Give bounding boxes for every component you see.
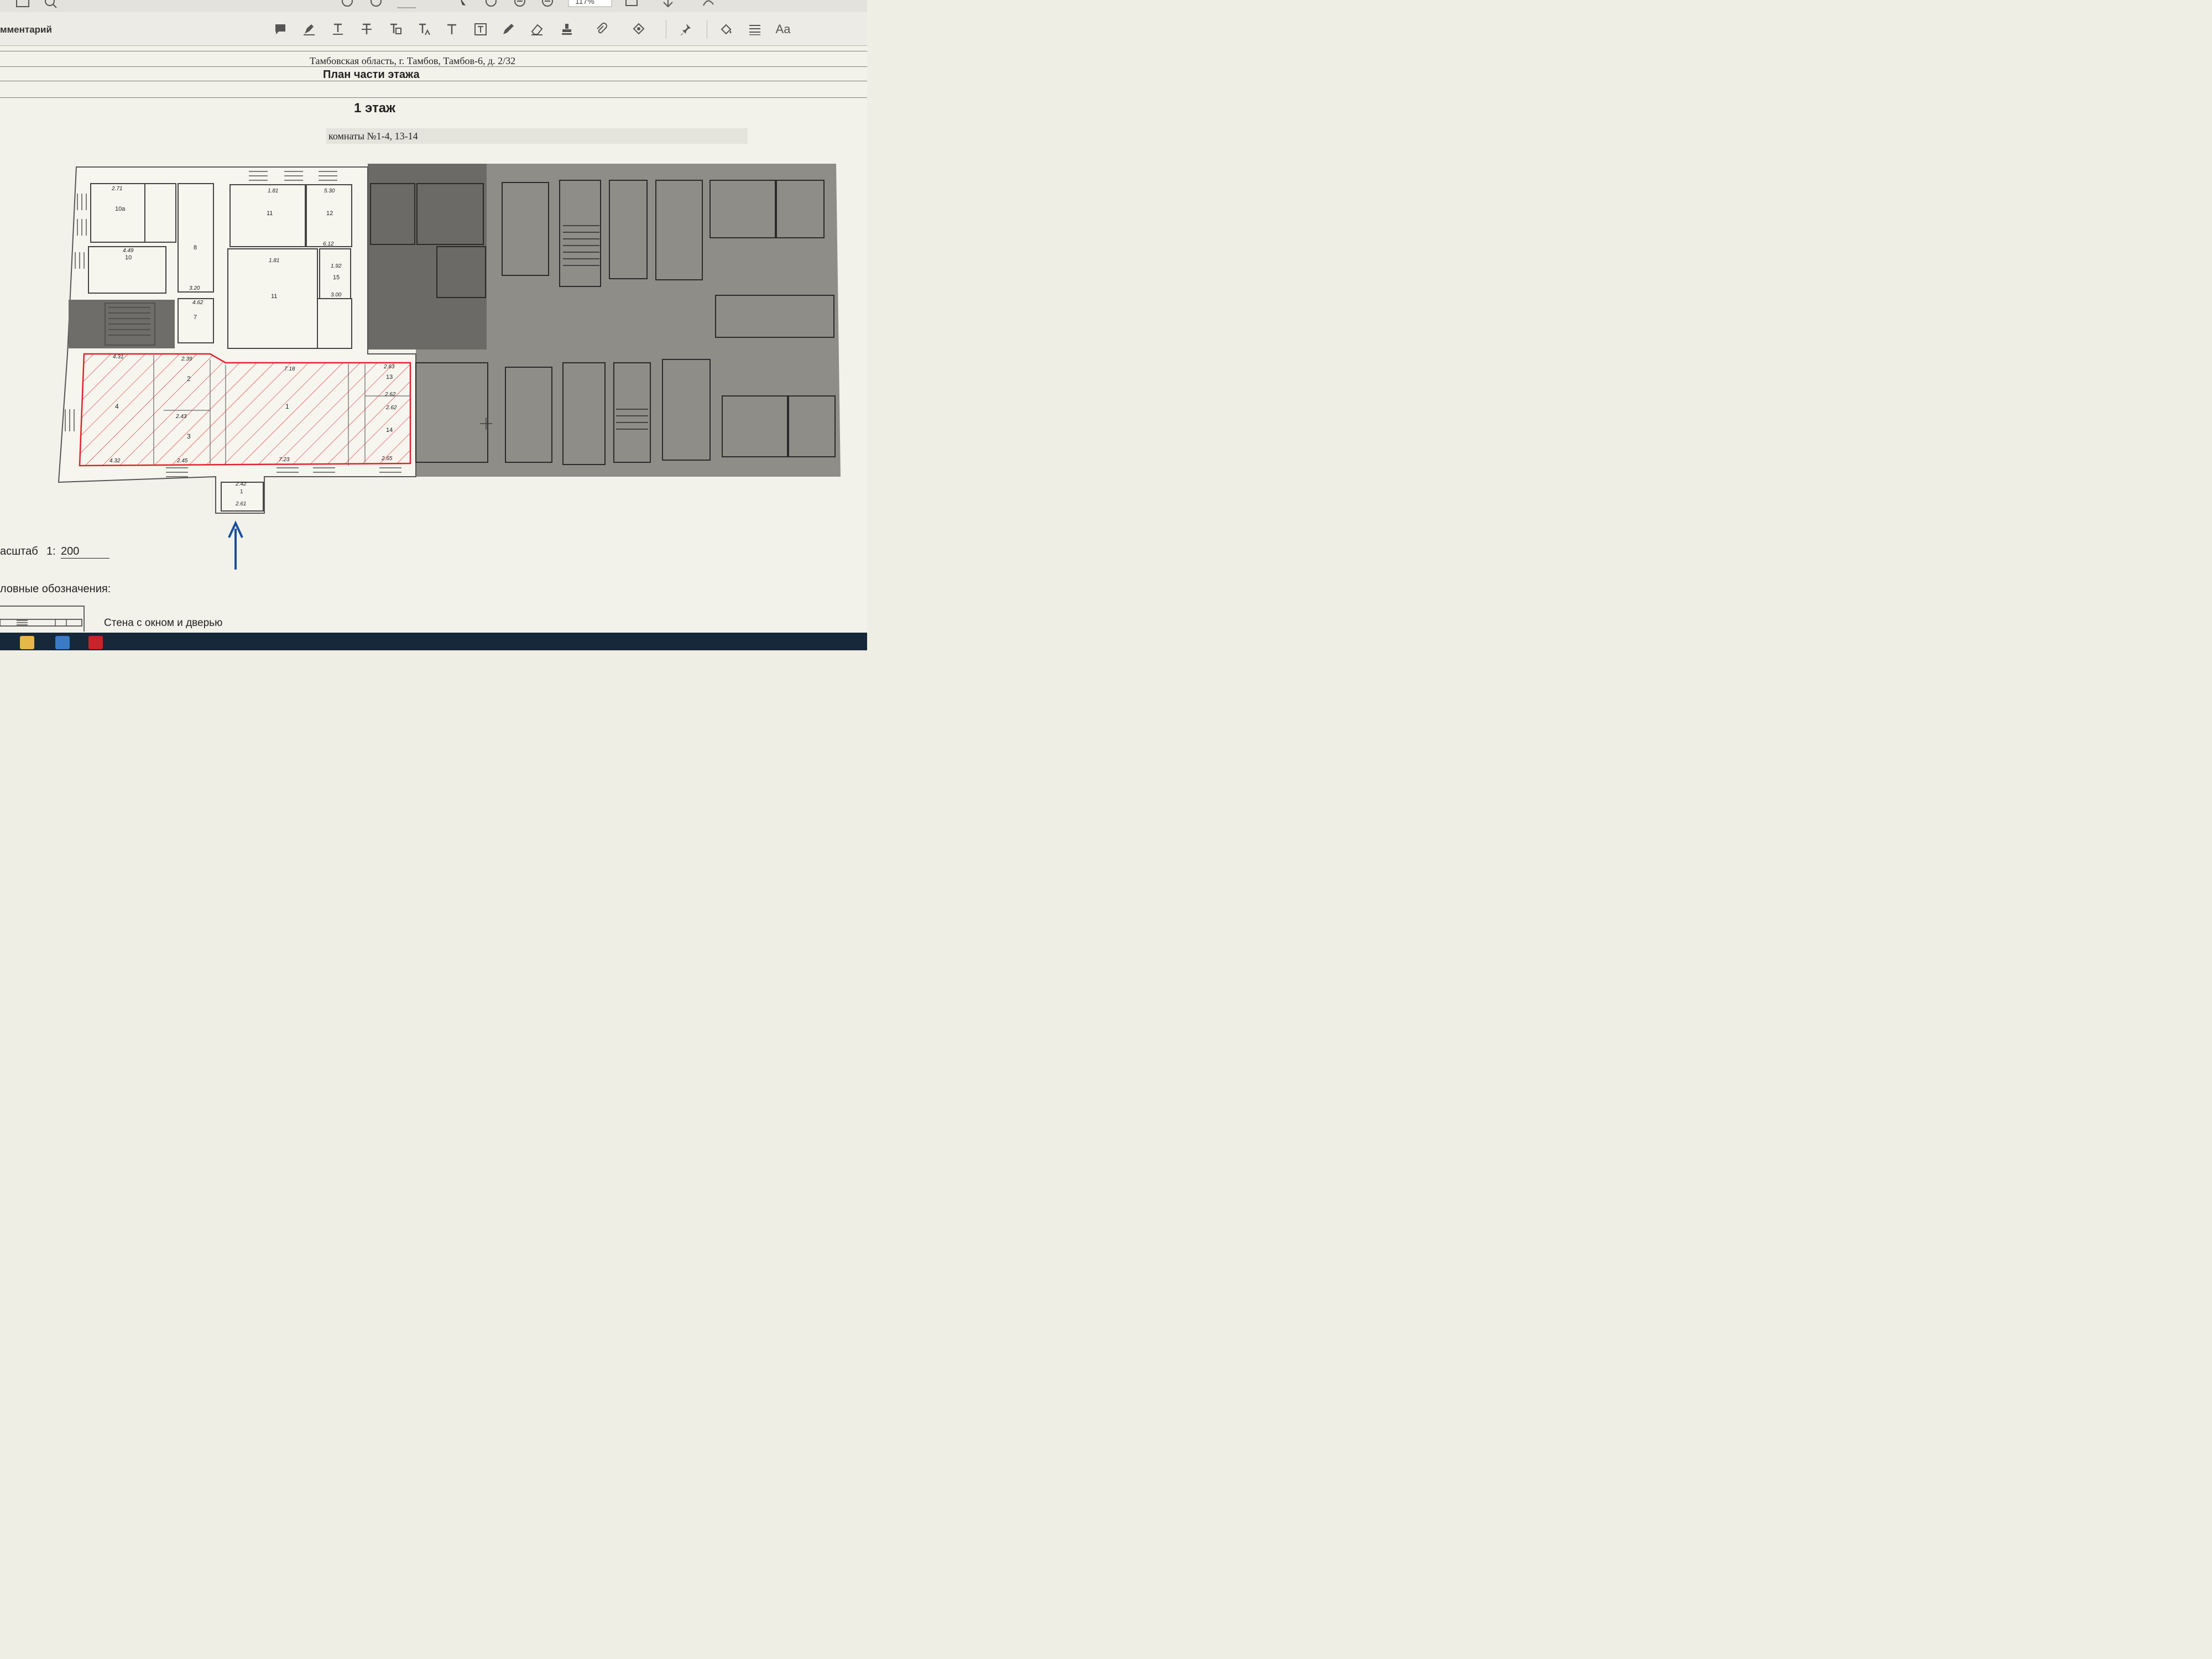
room-number: 7 <box>194 314 197 321</box>
scale-value: 200 <box>61 545 109 559</box>
entrance-arrow <box>228 520 243 570</box>
room-number: 8 <box>194 244 197 251</box>
dim-label: 5.30 <box>324 188 335 194</box>
legend-wall-label: Стена с окном и дверью <box>104 617 223 629</box>
dim-label: 6.12 <box>323 241 334 247</box>
room-number: 15 <box>333 274 340 281</box>
room-number: 1 <box>285 403 289 410</box>
scale-label: асштаб <box>0 545 38 557</box>
dim-label: 2.43 <box>176 414 187 420</box>
dim-label: 1.81 <box>268 188 279 194</box>
dim-label: 2.39 <box>181 356 192 362</box>
dim-label: 2.65 <box>382 456 393 462</box>
dim-label: 7.18 <box>284 366 295 372</box>
dim-label: 2.71 <box>112 186 123 192</box>
dim-label: 4.49 <box>123 248 134 254</box>
scale-ratio: 1: <box>46 545 56 557</box>
floor-plan <box>58 164 841 570</box>
dim-label: 4.62 <box>192 300 204 306</box>
room-number: 11 <box>271 293 278 300</box>
room-number: 2 <box>187 375 191 383</box>
room-number: 10 <box>125 254 132 261</box>
room-number: 10а <box>115 206 126 212</box>
room-number: 14 <box>386 427 393 434</box>
dim-label: 2.63 <box>384 364 395 370</box>
dim-label: 4.31 <box>113 354 124 360</box>
dim-label: 1.92 <box>331 263 342 269</box>
room-number: 1 <box>240 489 243 495</box>
dim-label: 7.23 <box>279 457 290 463</box>
room-number: 3 <box>187 432 191 440</box>
dim-label: 2.42 <box>236 481 247 487</box>
dim-label: 3.00 <box>331 292 342 298</box>
room-number: 12 <box>326 210 333 217</box>
dim-label: 2.61 <box>236 501 247 507</box>
legend-wall-symbol <box>0 606 85 632</box>
file-explorer-icon[interactable] <box>20 636 34 649</box>
highlighted-rooms[interactable] <box>79 353 411 467</box>
dim-label: 2.45 <box>177 458 188 464</box>
dim-label: 4.32 <box>109 458 121 464</box>
room-number: 13 <box>386 374 393 380</box>
remote-desktop-icon[interactable] <box>55 636 70 649</box>
taskbar <box>0 633 867 650</box>
room-number: 11 <box>267 210 273 217</box>
dim-label: 3.20 <box>189 285 200 291</box>
dim-label: 1.81 <box>269 258 280 264</box>
pdf-reader-icon[interactable] <box>88 636 103 649</box>
legend-heading: ловные обозначения: <box>0 583 111 595</box>
dim-label: 2.62 <box>386 405 397 411</box>
dim-label: 2.62 <box>385 392 396 398</box>
dark-rooms-block <box>368 164 487 349</box>
room-number: 4 <box>115 403 119 410</box>
